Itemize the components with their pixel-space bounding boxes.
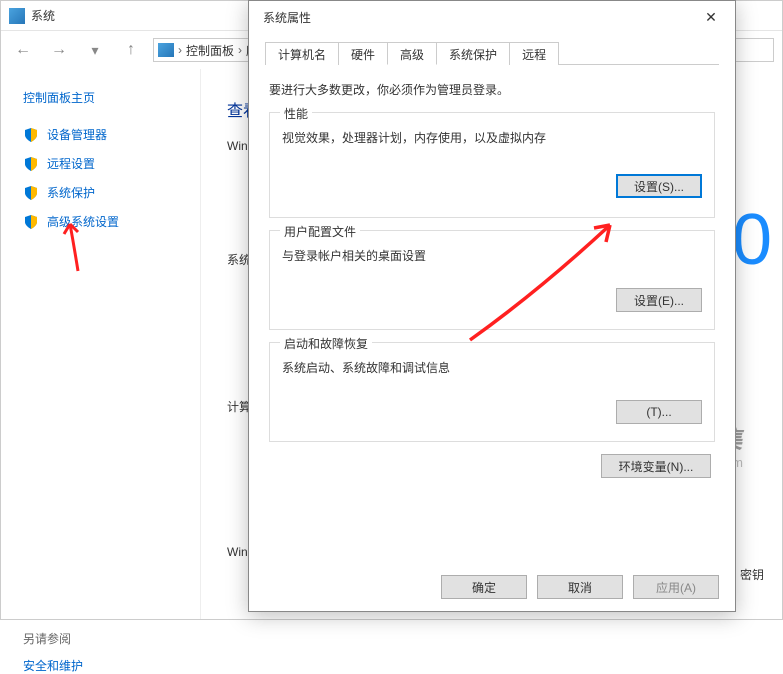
up-button[interactable]: ▾ [81,36,109,64]
tab-protection[interactable]: 系统保护 [436,42,510,65]
tabs: 计算机名 硬件 高级 系统保护 远程 [265,41,719,65]
sidebar-item-advanced[interactable]: 高级系统设置 [23,213,200,230]
sidebar-item-remote[interactable]: 远程设置 [23,155,200,172]
intro-text: 要进行大多数更改，你必须作为管理员登录。 [269,81,715,98]
sidebar-item-label: 设备管理器 [47,126,107,143]
dialog-buttons: 确定 取消 应用(A) [249,563,735,611]
see-also-heading: 另请参阅 [23,630,200,647]
startup-recovery-settings-button[interactable]: (T)... [616,400,702,424]
ok-button[interactable]: 确定 [441,575,527,599]
group-user-profiles: 用户配置文件 与登录帐户相关的桌面设置 设置(E)... [269,230,715,330]
environment-variables-button[interactable]: 环境变量(N)... [601,454,711,478]
group-title: 用户配置文件 [280,223,360,240]
sidebar-item-label: 高级系统设置 [47,213,119,230]
performance-settings-button[interactable]: 设置(S)... [616,174,702,198]
group-title: 启动和故障恢复 [280,335,372,352]
shield-icon [23,156,39,172]
env-var-row: 环境变量(N)... [269,454,715,488]
sidebar-item-label: 远程设置 [47,155,95,172]
shield-icon [23,214,39,230]
see-also-link[interactable]: 安全和维护 [23,657,200,674]
group-desc: 与登录帐户相关的桌面设置 [282,247,702,264]
up-arrow[interactable]: ↑ [117,36,145,64]
close-button[interactable]: ✕ [691,3,731,31]
tab-content: 要进行大多数更改，你必须作为管理员登录。 性能 视觉效果，处理器计划，内存使用，… [265,65,719,488]
system-icon [9,8,25,24]
sidebar-item-label: 系统保护 [47,184,95,201]
cancel-button[interactable]: 取消 [537,575,623,599]
dialog-titlebar: 系统属性 ✕ [249,1,735,33]
tab-computer-name[interactable]: 计算机名 [265,42,339,65]
monitor-icon [158,43,174,57]
apply-button[interactable]: 应用(A) [633,575,719,599]
big-zero: 0 [732,199,772,281]
breadcrumb-seg[interactable]: 控制面板 [186,42,234,59]
group-title: 性能 [280,105,312,122]
shield-icon [23,185,39,201]
system-title: 系统 [31,7,55,24]
back-button[interactable]: ← [9,36,37,64]
sidebar-item-device-manager[interactable]: 设备管理器 [23,126,200,143]
forward-button[interactable]: → [45,36,73,64]
group-performance: 性能 视觉效果，处理器计划，内存使用，以及虚拟内存 设置(S)... [269,112,715,218]
dialog-title: 系统属性 [263,9,311,26]
group-desc: 系统启动、系统故障和调试信息 [282,359,702,376]
group-desc: 视觉效果，处理器计划，内存使用，以及虚拟内存 [282,129,702,146]
sidebar: 控制面板主页 设备管理器 远程设置 系统保护 高级系统设置 另请参阅 安全和维护 [1,69,201,619]
shield-icon [23,127,39,143]
sidebar-item-protection[interactable]: 系统保护 [23,184,200,201]
sidebar-home-link[interactable]: 控制面板主页 [23,89,200,106]
tab-hardware[interactable]: 硬件 [338,42,388,65]
user-profiles-settings-button[interactable]: 设置(E)... [616,288,702,312]
group-startup-recovery: 启动和故障恢复 系统启动、系统故障和调试信息 (T)... [269,342,715,442]
tab-remote[interactable]: 远程 [509,42,559,65]
tab-advanced[interactable]: 高级 [387,42,437,65]
system-properties-dialog: 系统属性 ✕ 计算机名 硬件 高级 系统保护 远程 要进行大多数更改，你必须作为… [248,0,736,612]
dialog-body: 计算机名 硬件 高级 系统保护 远程 要进行大多数更改，你必须作为管理员登录。 … [249,33,735,563]
peek-text: 密钥 [740,566,764,583]
